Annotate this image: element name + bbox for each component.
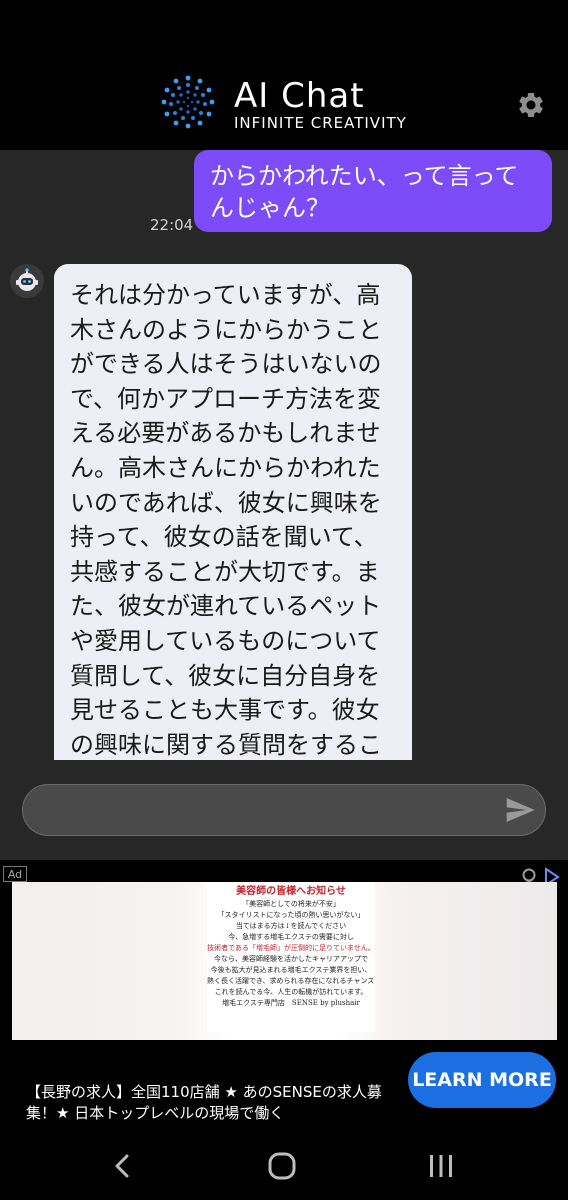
message-timestamp: 22:04 [150,216,194,234]
recents-icon[interactable] [423,1150,459,1182]
back-icon[interactable] [105,1150,141,1182]
gear-icon[interactable] [516,90,546,120]
ad-card-line: 「スタイリストになった頃の熱い思いがない」 [217,911,365,919]
logo-icon [161,75,215,129]
ad-card-line: 当てはまる方は↓を読んでください [235,922,347,930]
home-icon[interactable] [264,1150,300,1182]
app-header: AI Chat INFINITE CREATIVITY [0,0,568,150]
ad-card-line: 今後も拡大が見込まれる増毛エクステ業界を担い、 [210,966,372,974]
user-message: からかわれたい、って言ってんじゃん？ [194,150,552,232]
ad-card-line: 熱く長く活躍でき、求められる存在になれるチャンスです。 [207,977,375,985]
ad-card-line: 「美容師としての将来が不安」 [242,900,340,908]
ad-card-headline: 美容師の皆様へお知らせ [236,886,346,897]
ad-description[interactable]: 【長野の求人】全国110店舗 ★ あのSENSEの求人募集！★ 日本トップレベル… [26,1082,398,1124]
system-nav-bar [0,1132,568,1200]
chat-thread[interactable]: からかわれたい、って言ってんじゃん？ 22:04 それは分かっていますが、高木さ… [0,150,568,770]
bot-message: それは分かっていますが、高木さんのようにからかうことができる人はそうはいないので… [54,264,412,760]
ad-card-line: 今なら、美容師経験を活かしたキャリアアップで [214,955,368,963]
app-screen: AI Chat INFINITE CREATIVITY からかわれたい、って言っ… [0,0,568,1200]
ad-image[interactable]: 美容師の皆様へお知らせ 「美容師としての将来が不安」 「スタイリストになった頃の… [12,882,557,1040]
ad-label: Ad [3,866,27,882]
ad-banner[interactable]: Ad 美容師の皆様へお知らせ 「美容師としての将来が不安」 「スタイリストになっ… [0,860,568,1132]
app-title: AI Chat [234,76,365,116]
app-subtitle: INFINITE CREATIVITY [234,114,407,132]
ad-card-footer: 増毛エクステ専門店 SENSE by plushair [222,999,360,1007]
send-icon[interactable] [503,794,537,826]
ad-card-line: 技術者である「増毛師」が圧倒的に足りていません。 [207,944,375,952]
ad-card-line: 今、急増する増毛エクステの需要に対し [228,933,354,941]
ad-creative-card: 美容師の皆様へお知らせ 「美容師としての将来が不安」 「スタイリストになった頃の… [207,882,375,1032]
message-input-container [22,784,546,837]
learn-more-button[interactable]: LEARN MORE [408,1052,556,1108]
ad-card-line: これを読んでる今、人生の転機が訪れています。 [214,988,368,996]
bot-avatar-icon [10,264,44,298]
message-input[interactable] [43,785,487,837]
